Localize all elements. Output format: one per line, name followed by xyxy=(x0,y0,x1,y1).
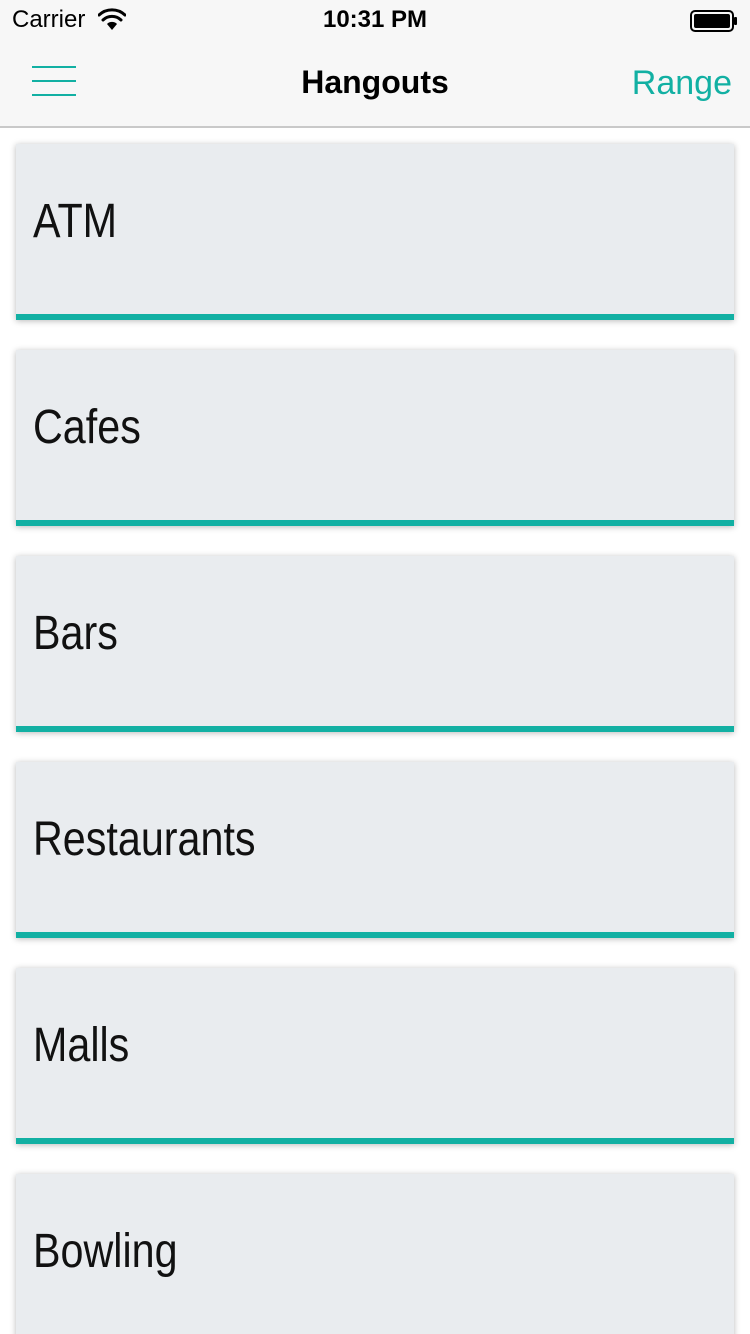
category-card-atm[interactable]: ATM xyxy=(16,144,734,320)
category-label: Malls xyxy=(33,1019,130,1072)
category-label: Bars xyxy=(33,607,118,660)
category-card-bars[interactable]: Bars xyxy=(16,556,734,732)
category-label: Bowling xyxy=(33,1225,178,1278)
battery-full-icon xyxy=(690,10,738,32)
category-card-malls[interactable]: Malls xyxy=(16,968,734,1144)
status-time: 10:31 PM xyxy=(322,6,428,33)
category-list[interactable]: ATM Cafes Bars Restaurants Malls Bowling xyxy=(0,128,750,1334)
category-label: Restaurants xyxy=(33,813,256,866)
range-button[interactable]: Range xyxy=(632,64,732,103)
category-label: Cafes xyxy=(33,401,141,454)
category-label: ATM xyxy=(33,195,118,248)
navigation-bar: Hangouts Range xyxy=(0,40,750,128)
category-card-restaurants[interactable]: Restaurants xyxy=(16,762,734,938)
category-card-cafes[interactable]: Cafes xyxy=(16,350,734,526)
status-bar: Carrier 10:31 PM xyxy=(0,0,750,40)
category-card-bowling[interactable]: Bowling xyxy=(16,1174,734,1334)
